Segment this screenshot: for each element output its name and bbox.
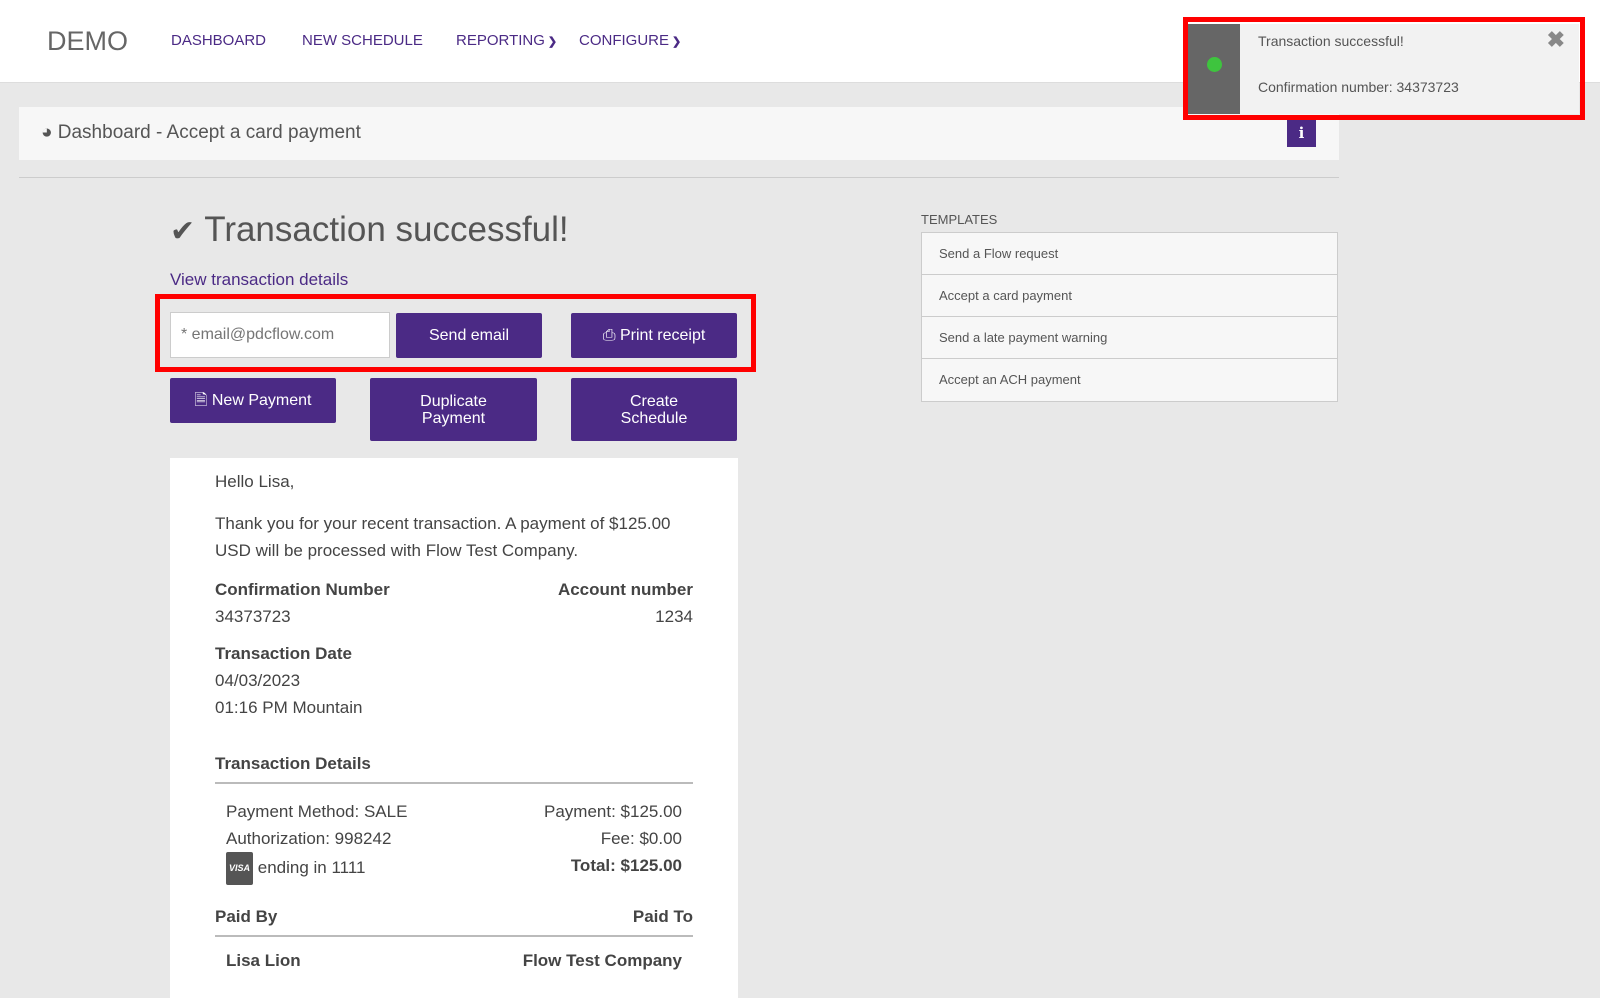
date-label: Transaction Date	[215, 644, 352, 663]
templates-list: Send a Flow request Accept a card paymen…	[921, 232, 1338, 402]
fee: Fee: $0.00	[600, 829, 682, 848]
date-value: 04/03/2023	[215, 671, 301, 690]
account-value: 1234	[655, 607, 693, 626]
toast-notification: Transaction successful! Confirmation num…	[1188, 24, 1579, 114]
view-transaction-details-link[interactable]: View transaction details	[170, 270, 348, 290]
confirmation-label: Confirmation Number	[215, 580, 390, 599]
payment-method: Payment Method: SALE	[226, 802, 408, 821]
logo: DEMO	[47, 26, 128, 56]
paid-to-label: Paid To	[632, 907, 693, 926]
nav-configure-label: CONFIGURE	[579, 32, 669, 49]
card-ending: ending in 1111	[257, 858, 366, 877]
new-payment-button[interactable]: 🗎 New Payment	[170, 378, 336, 423]
receipt-message: Thank you for your recent transaction. A…	[215, 514, 671, 560]
create-schedule-button[interactable]: Create Schedule	[571, 378, 737, 441]
print-icon: ⎙	[602, 327, 620, 344]
details-label: Transaction Details	[215, 754, 371, 773]
toast-title: Transaction successful!	[1258, 33, 1404, 49]
divider	[19, 177, 1339, 178]
payment-amount: Payment: $125.00	[544, 802, 682, 821]
info-button[interactable]: i	[1287, 119, 1316, 147]
duplicate-payment-label: Duplicate Payment	[420, 392, 487, 427]
greeting: Hello Lisa,	[215, 472, 295, 491]
divider	[215, 935, 693, 937]
new-payment-label: New Payment	[211, 392, 312, 409]
breadcrumb: ◕ Dashboard - Accept a card payment i	[19, 107, 1339, 160]
confirmation-value: 34373723	[215, 607, 291, 626]
template-item[interactable]: Send a late payment warning	[922, 317, 1337, 359]
print-receipt-label: Print receipt	[619, 327, 706, 344]
chevron-down-icon: ❯	[672, 36, 682, 48]
close-icon[interactable]: ✖	[1547, 27, 1565, 53]
nav-new-schedule[interactable]: NEW SCHEDULE	[302, 32, 423, 49]
page-title: ✔ Transaction successful!	[170, 210, 569, 250]
chevron-down-icon: ❯	[547, 36, 558, 48]
templates-label: TEMPLATES	[921, 212, 998, 227]
nav-configure[interactable]: CONFIGURE ❯	[579, 32, 681, 49]
paid-by-name: Lisa Lion	[226, 951, 301, 970]
nav-dashboard[interactable]: DASHBOARD	[171, 32, 266, 49]
email-input[interactable]	[170, 312, 390, 358]
breadcrumb-text: Dashboard - Accept a card payment	[57, 122, 361, 143]
template-item[interactable]: Send a Flow request	[922, 233, 1337, 275]
receipt: Hello Lisa, Thank you for your recent tr…	[170, 458, 738, 998]
title-text: Transaction successful!	[204, 210, 569, 249]
create-schedule-label: Create Schedule	[620, 392, 688, 427]
duplicate-payment-button[interactable]: Duplicate Payment	[370, 378, 537, 441]
nav-reporting[interactable]: REPORTING ❯	[456, 32, 557, 49]
total: Total: $125.00	[570, 856, 682, 875]
print-receipt-button[interactable]: ⎙ Print receipt	[571, 313, 737, 358]
template-item[interactable]: Accept an ACH payment	[922, 359, 1337, 401]
dashboard-icon: ◕	[41, 122, 53, 143]
visa-icon: VISA	[226, 852, 254, 885]
nav-reporting-label: REPORTING	[456, 32, 545, 49]
template-item[interactable]: Accept a card payment	[922, 275, 1337, 317]
file-icon: 🗎	[194, 392, 212, 409]
authorization: Authorization: 998242	[226, 829, 392, 848]
check-icon: ✔	[170, 215, 196, 248]
account-label: Account number	[557, 580, 693, 599]
success-dot-icon	[1207, 57, 1222, 72]
paid-to-name: Flow Test Company	[522, 951, 682, 970]
toast-message: Confirmation number: 34373723	[1258, 79, 1459, 95]
time-value: 01:16 PM Mountain	[215, 698, 363, 717]
paid-by-label: Paid By	[215, 907, 278, 926]
divider	[215, 782, 693, 784]
send-email-button[interactable]: Send email	[396, 313, 542, 358]
